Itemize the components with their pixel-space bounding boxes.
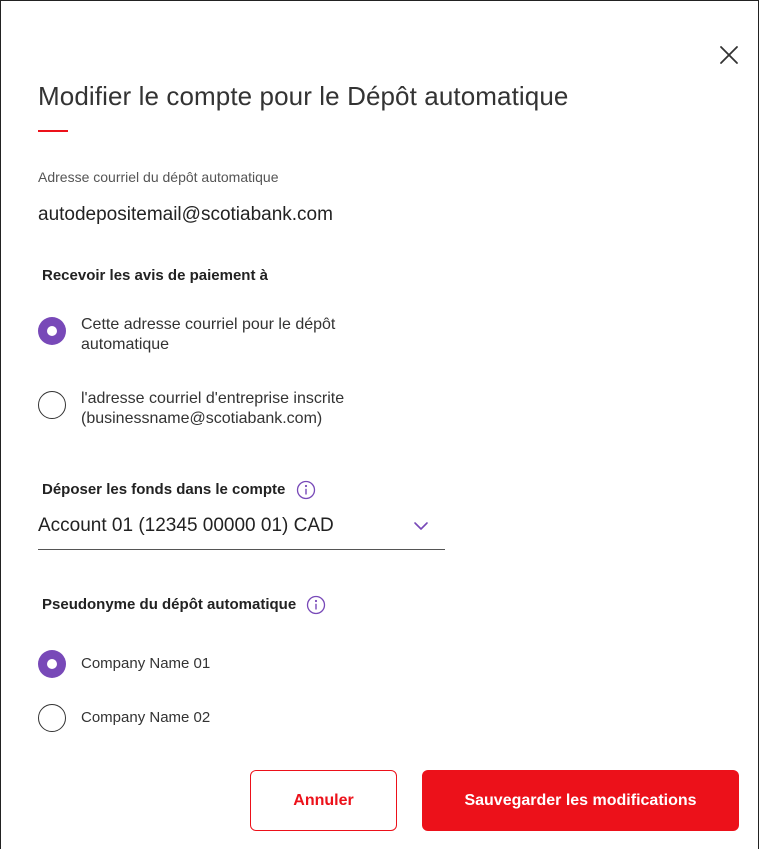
close-button[interactable] bbox=[715, 41, 743, 69]
notifications-label: Recevoir les avis de paiement à bbox=[42, 267, 268, 284]
radio-label: l'adresse courriel d'entreprise inscrite… bbox=[81, 389, 344, 429]
close-icon bbox=[720, 46, 738, 64]
save-button[interactable]: Sauvegarder les modifications bbox=[422, 770, 739, 831]
notification-option-autodeposit-email[interactable]: Cette adresse courriel pour le dépôt aut… bbox=[38, 315, 335, 355]
alias-label-text: Pseudonyme du dépôt automatique bbox=[42, 595, 297, 613]
title-accent-bar bbox=[38, 130, 68, 132]
autodeposit-email-label: Adresse courriel du dépôt automatique bbox=[38, 169, 279, 185]
deposit-account-label: Déposer les fonds dans le compte bbox=[42, 480, 316, 500]
info-icon[interactable] bbox=[296, 480, 316, 500]
alias-option-company-01[interactable]: Company Name 01 bbox=[38, 650, 210, 678]
radio-checked-icon[interactable] bbox=[38, 317, 66, 345]
radio-unchecked-icon[interactable] bbox=[38, 391, 66, 419]
selected-account: Account 01 (12345 00000 01) CAD bbox=[38, 515, 334, 536]
chevron-down-icon bbox=[414, 522, 428, 530]
notification-option-business-email[interactable]: l'adresse courriel d'entreprise inscrite… bbox=[38, 389, 344, 429]
info-icon[interactable] bbox=[306, 595, 326, 615]
radio-label-line2: automatique bbox=[81, 336, 170, 353]
alias-label: Pseudonyme du dépôt automatique bbox=[42, 595, 326, 615]
dialog-title: Modifier le compte pour le Dépôt automat… bbox=[38, 81, 569, 111]
radio-label-line1: Cette adresse courriel pour le dépôt bbox=[81, 316, 336, 333]
autodeposit-email-value: autodepositemail@scotiabank.com bbox=[38, 204, 333, 225]
radio-label: Company Name 02 bbox=[81, 709, 211, 726]
radio-checked-icon[interactable] bbox=[38, 650, 66, 678]
edit-autodeposit-dialog: Modifier le compte pour le Dépôt automat… bbox=[0, 0, 759, 849]
radio-unchecked-icon[interactable] bbox=[38, 704, 66, 732]
radio-label-line2: (businessname@scotiabank.com) bbox=[81, 410, 323, 427]
alias-option-company-02[interactable]: Company Name 02 bbox=[38, 704, 210, 732]
cancel-button[interactable]: Annuler bbox=[250, 770, 397, 831]
deposit-account-label-text: Déposer les fonds dans le compte bbox=[42, 480, 286, 498]
radio-label: Company Name 01 bbox=[81, 655, 211, 672]
radio-label-line1: l'adresse courriel d'entreprise inscrite bbox=[81, 390, 345, 407]
deposit-account-select[interactable]: Account 01 (12345 00000 01) CAD bbox=[38, 511, 445, 550]
radio-label: Cette adresse courriel pour le dépôt aut… bbox=[81, 315, 335, 355]
